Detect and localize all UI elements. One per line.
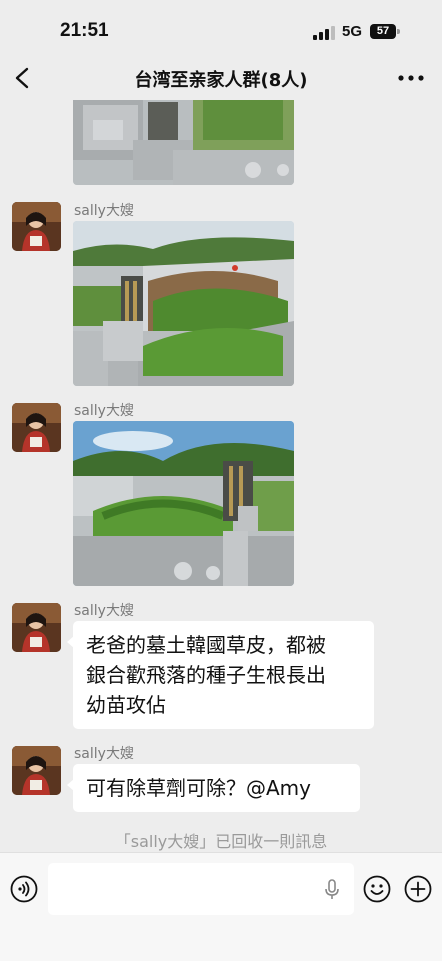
emoji-icon[interactable] (363, 875, 391, 903)
voice-icon[interactable] (10, 875, 38, 903)
battery-icon: 57 (370, 24, 400, 39)
cellular-signal-icon (313, 26, 335, 40)
text-message-bubble[interactable]: 可有除草劑可除？@Amy (67, 764, 360, 812)
avatar[interactable] (12, 403, 61, 452)
status-time: 21:51 (60, 20, 109, 41)
battery-level: 57 (370, 24, 396, 39)
status-bar: 21:51 5G 57 (0, 0, 442, 56)
chat-message-list[interactable]: sally大嫂 sally大嫂 sally大嫂 老爸的墓土韓國草皮，都被 銀合歡… (0, 100, 442, 852)
sender-name: sally大嫂 (74, 746, 134, 762)
text-message-bubble[interactable]: 老爸的墓土韓國草皮，都被 銀合歡飛落的種子生根長出 幼苗攻佔 (67, 621, 374, 729)
network-type: 5G (342, 23, 363, 40)
sender-name: sally大嫂 (74, 403, 134, 419)
avatar[interactable] (12, 746, 61, 795)
avatar[interactable] (12, 202, 61, 251)
sender-name: sally大嫂 (74, 203, 134, 219)
plus-circle-icon[interactable] (404, 875, 432, 903)
more-dots-icon[interactable] (396, 66, 426, 90)
chevron-left-icon[interactable] (10, 64, 36, 92)
sender-name: sally大嫂 (74, 603, 134, 619)
message-input[interactable] (48, 863, 354, 915)
chat-title: 台湾至亲家人群(8人) (134, 70, 308, 91)
message-text-line: 銀合歡飛落的種子生根長出 (86, 663, 326, 687)
input-bar (0, 852, 442, 961)
message-text-line: 老爸的墓土韓國草皮，都被 (86, 633, 326, 657)
microphone-icon[interactable] (323, 879, 341, 901)
nav-bar: 台湾至亲家人群(8人) (0, 56, 442, 100)
recall-notice: 「sally大嫂」已回收一則訊息 (114, 832, 328, 851)
avatar[interactable] (12, 603, 61, 652)
message-image[interactable] (73, 221, 294, 386)
message-image[interactable] (73, 100, 294, 185)
message-text-line: 幼苗攻佔 (86, 693, 166, 717)
message-image[interactable] (73, 421, 294, 586)
message-text-line: 可有除草劑可除？@Amy (86, 776, 311, 800)
